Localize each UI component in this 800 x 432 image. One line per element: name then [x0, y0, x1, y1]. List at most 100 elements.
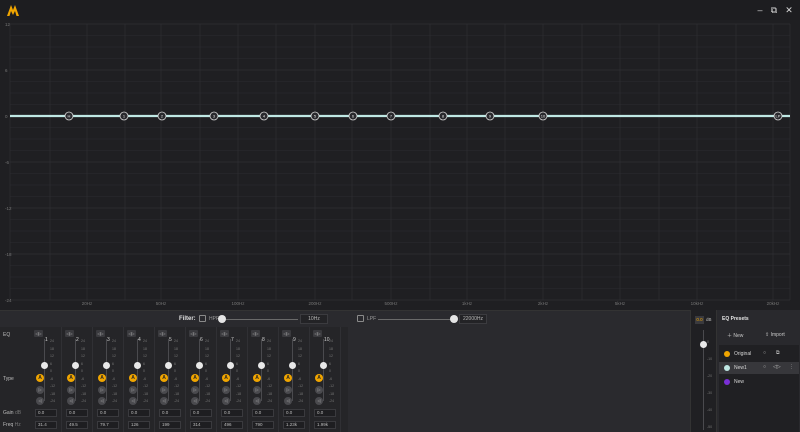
filter-type-peak-button[interactable]: A [98, 374, 106, 382]
band-gain-slider-track[interactable] [168, 339, 169, 401]
eq-graph[interactable]: 12 6 0 -6 -12 -18 -24 20Hz 50Hz 100Hz 200Hz 500Hz 1k… [0, 20, 800, 310]
lpf-slider-knob[interactable] [450, 315, 458, 323]
band-enable-icon[interactable]: ◁▷ [251, 330, 260, 337]
lpf-checkbox[interactable] [357, 315, 364, 322]
hpf-value-field[interactable]: 10Hz [300, 314, 328, 324]
band-gain-field[interactable]: 0.0 [66, 409, 88, 417]
band-freq-field[interactable]: 79.7 [97, 421, 119, 429]
filter-type-highshelf-button[interactable]: ◁ [129, 397, 137, 405]
band-gain-slider-track[interactable] [106, 339, 107, 401]
band-gain-slider-knob[interactable] [134, 362, 141, 369]
filter-type-highshelf-button[interactable]: ◁ [315, 397, 323, 405]
band-enable-icon[interactable]: ◁▷ [96, 330, 105, 337]
filter-type-peak-button[interactable]: A [222, 374, 230, 382]
filter-type-lowshelf-button[interactable]: ▷ [36, 386, 44, 394]
hpf-slider-track[interactable] [222, 319, 298, 320]
band-gain-field[interactable]: 0.0 [314, 409, 336, 417]
band-freq-field[interactable]: 199 [159, 421, 181, 429]
band-gain-slider-knob[interactable] [258, 362, 265, 369]
filter-type-peak-button[interactable]: A [284, 374, 292, 382]
filter-type-highshelf-button[interactable]: ◁ [191, 397, 199, 405]
band-gain-slider-knob[interactable] [72, 362, 79, 369]
band-gain-slider-knob[interactable] [289, 362, 296, 369]
filter-type-lowshelf-button[interactable]: ▷ [253, 386, 261, 394]
band-gain-slider-track[interactable] [230, 339, 231, 401]
filter-type-lowshelf-button[interactable]: ▷ [67, 386, 75, 394]
band-gain-field[interactable]: 0.0 [97, 409, 119, 417]
band-gain-slider-track[interactable] [199, 339, 200, 401]
band-enable-icon[interactable]: ◁▷ [158, 330, 167, 337]
band-gain-slider-knob[interactable] [41, 362, 48, 369]
band-freq-field[interactable]: 126 [128, 421, 150, 429]
filter-type-peak-button[interactable]: A [253, 374, 261, 382]
band-freq-field[interactable]: 1.99k [314, 421, 336, 429]
band-enable-icon[interactable]: ◁▷ [65, 330, 74, 337]
filter-type-peak-button[interactable]: A [315, 374, 323, 382]
band-gain-field[interactable]: 0.0 [252, 409, 274, 417]
band-enable-icon[interactable]: ◁▷ [189, 330, 198, 337]
filter-type-lowshelf-button[interactable]: ▷ [315, 386, 323, 394]
band-enable-icon[interactable]: ◁▷ [34, 330, 43, 337]
band-gain-slider-knob[interactable] [165, 362, 172, 369]
import-preset-button[interactable]: ⇪ Import [765, 332, 785, 338]
hpf-checkbox[interactable] [199, 315, 206, 322]
filter-type-highshelf-button[interactable]: ◁ [67, 397, 75, 405]
band-gain-slider-knob[interactable] [320, 362, 327, 369]
filter-type-highshelf-button[interactable]: ◁ [36, 397, 44, 405]
band-gain-slider-track[interactable] [137, 339, 138, 401]
filter-type-highshelf-button[interactable]: ◁ [160, 397, 168, 405]
copy-icon[interactable]: ⧉ [776, 350, 780, 356]
reset-icon[interactable]: ○ [763, 364, 766, 370]
minimize-button[interactable]: – [754, 4, 766, 16]
filter-type-peak-button[interactable]: A [67, 374, 75, 382]
band-freq-field[interactable]: 790 [252, 421, 274, 429]
maximize-button[interactable]: ⧉ [768, 4, 780, 16]
band-gain-slider-track[interactable] [75, 339, 76, 401]
band-enable-icon[interactable]: ◁▷ [282, 330, 291, 337]
filter-type-peak-button[interactable]: A [36, 374, 44, 382]
band-gain-field[interactable]: 0.0 [128, 409, 150, 417]
band-gain-slider-track[interactable] [292, 339, 293, 401]
filter-type-lowshelf-button[interactable]: ▷ [191, 386, 199, 394]
band-freq-field[interactable]: 1.23k [283, 421, 305, 429]
filter-type-lowshelf-button[interactable]: ▷ [129, 386, 137, 394]
compare-icon[interactable]: ◁▷ [773, 364, 781, 370]
reset-icon[interactable]: ○ [763, 350, 766, 356]
band-freq-field[interactable]: 496 [221, 421, 243, 429]
filter-type-lowshelf-button[interactable]: ▷ [160, 386, 168, 394]
band-gain-slider-track[interactable] [261, 339, 262, 401]
band-gain-field[interactable]: 0.0 [35, 409, 57, 417]
hpf-slider-knob[interactable] [218, 315, 226, 323]
band-freq-field[interactable]: 314 [190, 421, 212, 429]
band-gain-slider-knob[interactable] [103, 362, 110, 369]
filter-type-peak-button[interactable]: A [129, 374, 137, 382]
preset-item[interactable]: New1 ○ ◁▷ ⋮ [719, 362, 799, 374]
close-button[interactable]: ✕ [783, 4, 795, 16]
band-gain-slider-knob[interactable] [227, 362, 234, 369]
filter-type-highshelf-button[interactable]: ◁ [253, 397, 261, 405]
band-gain-slider-track[interactable] [323, 339, 324, 401]
filter-type-highshelf-button[interactable]: ◁ [284, 397, 292, 405]
band-enable-icon[interactable]: ◁▷ [127, 330, 136, 337]
band-gain-field[interactable]: 0.0 [283, 409, 305, 417]
filter-type-lowshelf-button[interactable]: ▷ [98, 386, 106, 394]
eq-graph-canvas[interactable]: 12 6 0 -6 -12 -18 -24 20Hz 50Hz 100Hz 200Hz 500Hz 1k… [0, 20, 800, 310]
band-gain-field[interactable]: 0.0 [159, 409, 181, 417]
master-gain-value[interactable]: 0.0 [695, 316, 704, 324]
filter-type-peak-button[interactable]: A [160, 374, 168, 382]
band-gain-slider-knob[interactable] [196, 362, 203, 369]
band-enable-icon[interactable]: ◁▷ [313, 330, 322, 337]
filter-type-peak-button[interactable]: A [191, 374, 199, 382]
new-preset-button[interactable]: ＋ New [727, 332, 743, 339]
band-enable-icon[interactable]: ◁▷ [220, 330, 229, 337]
filter-type-highshelf-button[interactable]: ◁ [98, 397, 106, 405]
filter-type-highshelf-button[interactable]: ◁ [222, 397, 230, 405]
filter-type-lowshelf-button[interactable]: ▷ [222, 386, 230, 394]
more-options-icon[interactable]: ⋮ [789, 364, 794, 370]
filter-type-lowshelf-button[interactable]: ▷ [284, 386, 292, 394]
band-gain-field[interactable]: 0.0 [221, 409, 243, 417]
band-gain-field[interactable]: 0.0 [190, 409, 212, 417]
master-gain-slider-knob[interactable] [700, 341, 707, 348]
preset-item[interactable]: Original ○ ⧉ [719, 348, 799, 360]
band-gain-slider-track[interactable] [44, 339, 45, 401]
